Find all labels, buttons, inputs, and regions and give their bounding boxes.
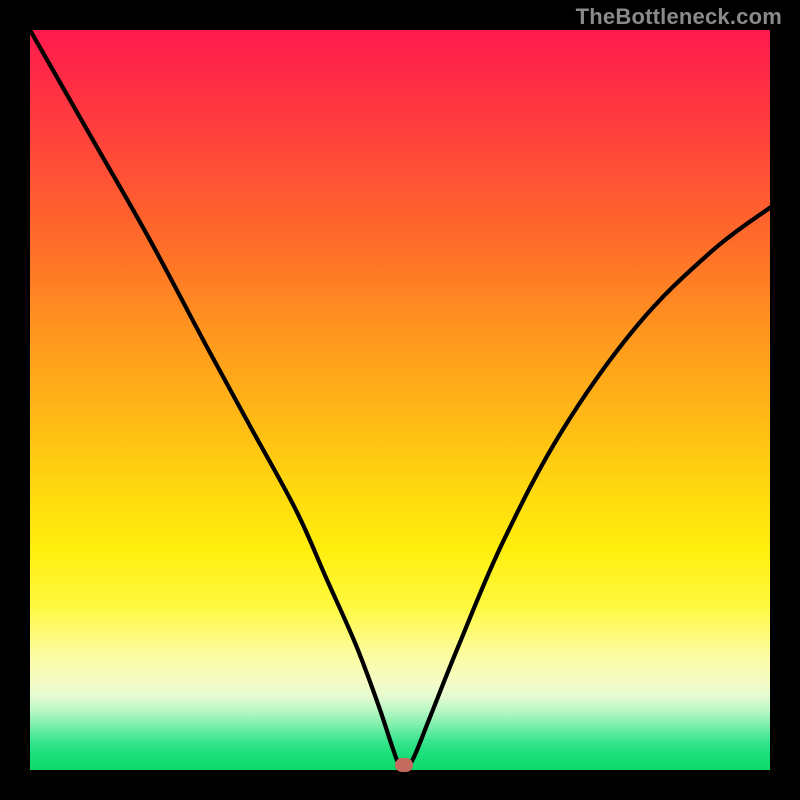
watermark-text: TheBottleneck.com xyxy=(576,4,782,30)
plot-area xyxy=(30,30,770,770)
chart-frame: TheBottleneck.com xyxy=(0,0,800,800)
bottleneck-curve xyxy=(30,30,770,770)
optimum-marker xyxy=(395,758,413,772)
